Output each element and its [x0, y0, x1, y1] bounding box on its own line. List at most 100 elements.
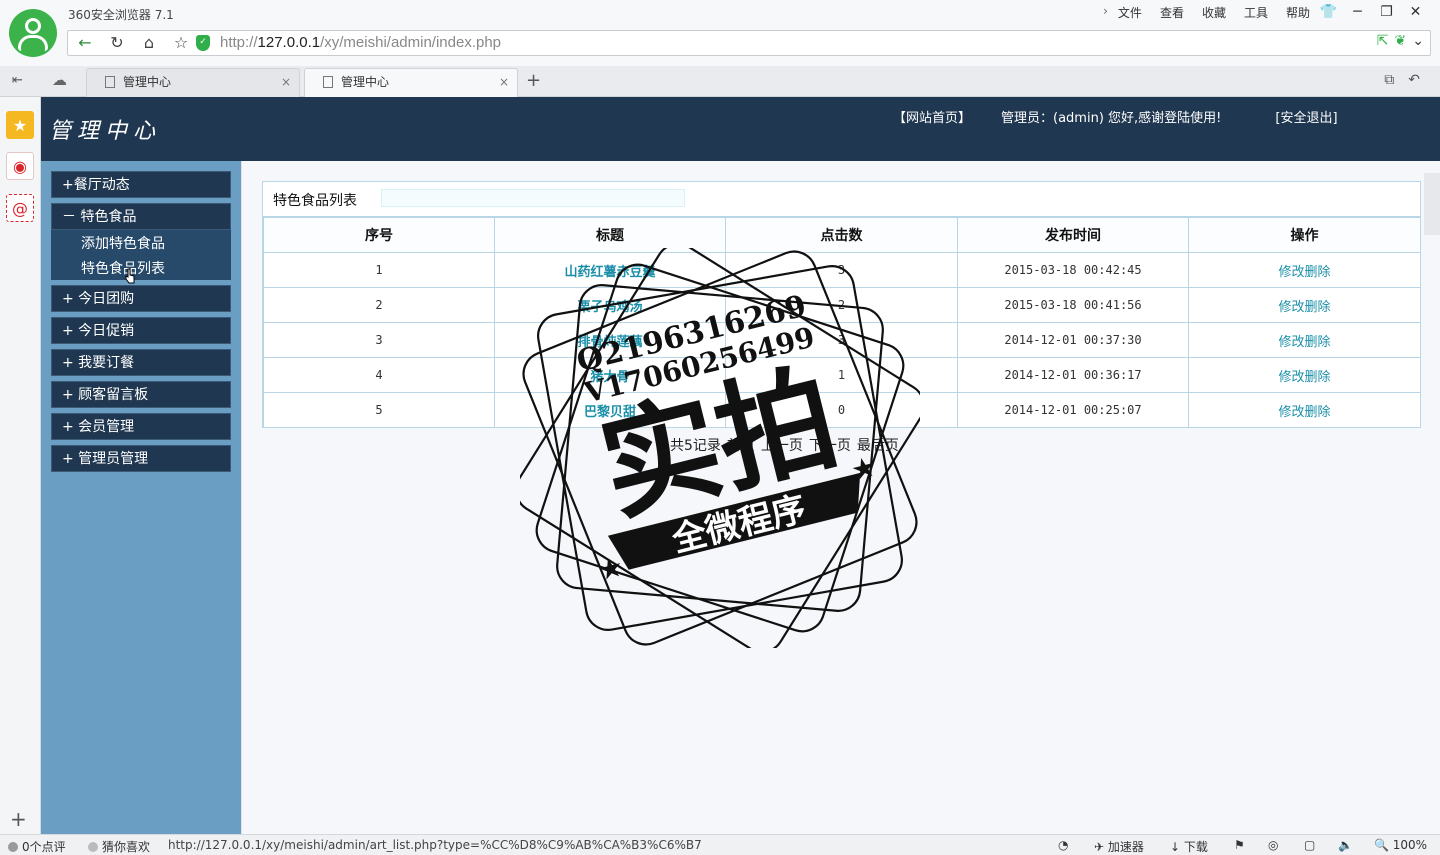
row-id: 1	[263, 252, 495, 288]
security-shield-icon[interactable]: ✓	[196, 35, 210, 51]
table-header-row: 序号 标题 点击数 发布时间 操作	[263, 217, 1421, 253]
logout-link[interactable]: [安全退出]	[1275, 107, 1337, 126]
menu-favorites[interactable]: 收藏	[1202, 4, 1226, 21]
collapse-sidebar-icon[interactable]: ⇤	[12, 73, 23, 88]
pager-total: 共5记录	[670, 438, 721, 454]
comments-count[interactable]: 0个点评	[8, 838, 66, 855]
row-title-link[interactable]: 山药红薯赤豆羹	[564, 265, 655, 280]
dropdown-chevron-icon[interactable]: ⌄	[1412, 33, 1424, 49]
pager-next[interactable]: 下一页	[809, 435, 851, 455]
admin-greeting: 管理员：(admin) 您好,感谢登陆使用!	[1001, 111, 1222, 126]
table-row: 3 排骨炖莲藕 3 2014-12-01 00:37:30 修改删除	[263, 322, 1421, 358]
edit-link[interactable]: 修改	[1278, 370, 1304, 385]
pager-prev[interactable]: 上一页	[761, 435, 803, 455]
page-icon	[105, 76, 115, 88]
nav-featured-food-list[interactable]: 特色食品列表	[81, 258, 165, 278]
menu-file[interactable]: 文件	[1118, 4, 1142, 21]
page-icon	[323, 76, 333, 88]
row-title-link[interactable]: 猪大骨	[590, 370, 629, 385]
tab-admin-2[interactable]: 管理中心 ×	[304, 68, 518, 97]
col-actions: 操作	[1188, 217, 1421, 253]
close-tab-icon[interactable]: ×	[281, 69, 291, 96]
tab-admin-1[interactable]: 管理中心 ×	[86, 68, 300, 97]
volume-icon[interactable]: 🔈	[1338, 838, 1353, 852]
recommendations[interactable]: 猜你喜欢	[88, 838, 150, 855]
row-id: 5	[263, 392, 495, 428]
list-title: 特色食品列表	[273, 193, 357, 209]
cloud-icon[interactable]: ☁	[52, 71, 67, 89]
site-home-link[interactable]: 【网站首页】	[893, 107, 971, 126]
delete-link[interactable]: 删除	[1305, 405, 1331, 420]
tab-bar-actions: ⧉ ↶	[1384, 72, 1420, 88]
zoom-level[interactable]: 🔍 100%	[1374, 838, 1427, 852]
menu-tools[interactable]: 工具	[1244, 4, 1268, 21]
nav-today-promotion[interactable]: + 今日促销	[51, 317, 231, 344]
status-settings-icon[interactable]: ◔	[1058, 838, 1068, 852]
refresh-icon[interactable]: ↻	[106, 33, 128, 53]
food-list-panel: 特色食品列表 序号 标题 点击数 发布时间 操作 1 山药红薯赤豆羹 3 201…	[262, 181, 1421, 428]
url-text[interactable]: http://127.0.0.1/xy/meishi/admin/index.p…	[220, 34, 501, 51]
left-navigation: +餐厅动态 － 特色食品 添加特色食品 特色食品列表 + 今日团购 + 今日促销…	[41, 161, 241, 834]
favorites-star-icon[interactable]: ★	[6, 111, 34, 139]
scrollbar-thumb[interactable]	[1424, 173, 1440, 235]
chevron-right-icon[interactable]: ›	[1103, 4, 1108, 21]
close-window-button[interactable]: ✕	[1401, 2, 1430, 22]
add-sidebar-app-icon[interactable]: +	[10, 807, 27, 831]
skin-icon[interactable]: 👕	[1314, 2, 1343, 22]
undo-close-icon[interactable]: ↶	[1408, 72, 1420, 88]
menu-view[interactable]: 查看	[1160, 4, 1184, 21]
nav-member-management[interactable]: + 会员管理	[51, 413, 231, 440]
maximize-button[interactable]: ❐	[1372, 2, 1401, 22]
edit-link[interactable]: 修改	[1278, 300, 1304, 315]
nav-add-featured-food[interactable]: 添加特色食品	[81, 233, 165, 253]
accelerator[interactable]: ✈ 加速器	[1094, 838, 1144, 855]
share-icon[interactable]: ⇱	[1377, 33, 1389, 49]
table-row: 1 山药红薯赤豆羹 3 2015-03-18 00:42:45 修改删除	[263, 252, 1421, 288]
delete-link[interactable]: 删除	[1305, 370, 1331, 385]
edit-link[interactable]: 修改	[1278, 265, 1304, 280]
weibo-icon[interactable]: ◉	[6, 152, 34, 180]
row-clicks: 1	[725, 357, 958, 393]
nav-featured-food[interactable]: － 特色食品	[51, 203, 231, 230]
browser-sidebar: ★ ◉ @ +	[0, 97, 41, 834]
address-bar[interactable]: ← ↻ ⌂ ☆ ✓ http://127.0.0.1/xy/meishi/adm…	[67, 30, 1431, 56]
edit-link[interactable]: 修改	[1278, 405, 1304, 420]
nav-admin-management[interactable]: + 管理员管理	[51, 445, 231, 472]
menu-help[interactable]: 帮助	[1286, 4, 1310, 21]
edit-link[interactable]: 修改	[1278, 335, 1304, 350]
home-icon[interactable]: ⌂	[138, 33, 160, 53]
pager-first[interactable]: 首页	[727, 435, 755, 455]
featured-food-submenu: 添加特色食品 特色食品列表	[51, 230, 231, 280]
nav-guestbook[interactable]: + 顾客留言板	[51, 381, 231, 408]
delete-link[interactable]: 删除	[1305, 335, 1331, 350]
star-icon[interactable]: ☆	[170, 33, 192, 53]
mail-icon[interactable]: @	[6, 194, 34, 222]
delete-link[interactable]: 删除	[1305, 265, 1331, 280]
row-time: 2014-12-01 00:25:07	[957, 392, 1189, 428]
row-title-link[interactable]: 栗子乌鸡汤	[577, 300, 642, 315]
nav-order-meal[interactable]: + 我要订餐	[51, 349, 231, 376]
download[interactable]: ↓ 下载	[1170, 838, 1208, 855]
row-id: 2	[263, 287, 495, 323]
leaf-icon[interactable]: ❦	[1395, 33, 1407, 49]
row-clicks: 3	[725, 322, 958, 358]
browser-user-avatar-icon[interactable]	[9, 9, 57, 57]
row-title-link[interactable]: 排骨炖莲藕	[577, 335, 642, 350]
heart-icon	[88, 842, 98, 852]
nav-restaurant-news[interactable]: +餐厅动态	[51, 171, 231, 198]
minimize-button[interactable]: ─	[1343, 2, 1372, 22]
wifi-icon[interactable]: ◎	[1268, 838, 1278, 852]
pager-last[interactable]: 最后页	[857, 435, 899, 455]
col-title: 标题	[494, 217, 726, 253]
admin-header: 管理中心 【网站首页】 管理员：(admin) 您好,感谢登陆使用! [安全退出…	[41, 97, 1440, 161]
back-arrow-icon[interactable]: ←	[74, 33, 96, 53]
nav-today-groupbuy[interactable]: + 今日团购	[51, 285, 231, 312]
main-content: 特色食品列表 序号 标题 点击数 发布时间 操作 1 山药红薯赤豆羹 3 201…	[241, 161, 1440, 834]
row-title-link[interactable]: 巴黎贝甜	[584, 405, 636, 420]
window-icon[interactable]: ▢	[1304, 838, 1315, 852]
flag-icon[interactable]: ⚑	[1234, 838, 1245, 852]
tab-list-icon[interactable]: ⧉	[1384, 72, 1394, 88]
close-tab-icon[interactable]: ×	[499, 69, 509, 96]
new-tab-button[interactable]: +	[526, 70, 541, 91]
delete-link[interactable]: 删除	[1305, 300, 1331, 315]
